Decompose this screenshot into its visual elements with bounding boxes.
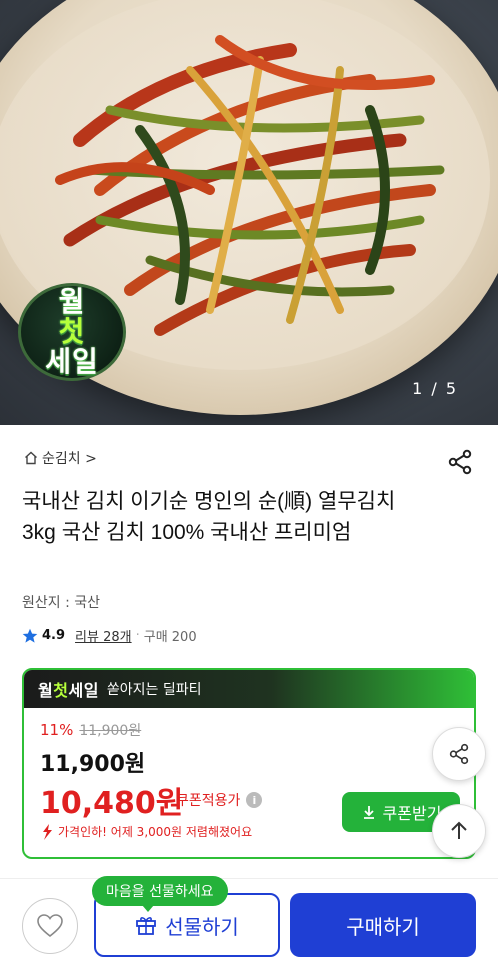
share-icon[interactable]: [446, 448, 474, 476]
breadcrumb-label: 순김치 >: [42, 451, 97, 467]
home-icon: [25, 451, 37, 465]
star-icon: [22, 628, 38, 643]
wishlist-button[interactable]: [22, 898, 78, 954]
arrow-up-icon: [451, 821, 467, 839]
coupon-price: 10,480원: [40, 786, 184, 821]
rating-score: 4.9: [42, 628, 66, 643]
floating-share-button[interactable]: [432, 727, 486, 781]
price-drop-note: 가격인하! 어제 3,000원 저렴해졌어요: [40, 823, 252, 840]
breadcrumb[interactable]: 순김치 >: [24, 448, 97, 468]
scroll-to-top-button[interactable]: [432, 804, 486, 858]
review-link[interactable]: 리뷰 28개: [75, 626, 132, 645]
bottom-bar-divider: [0, 878, 498, 879]
product-origin: 원산지 : 국산: [22, 595, 101, 611]
share-icon: [449, 743, 469, 765]
discount-percent: 11%: [40, 721, 74, 739]
discount-row: 11% 11,900원: [40, 720, 141, 740]
monthly-first-sale-badge: 월첫 세일: [18, 283, 126, 381]
gallery-page-indicator: 1 / 5: [412, 379, 458, 398]
original-price: 11,900원: [79, 723, 142, 739]
separator: ·: [135, 628, 140, 643]
rating-row: 4.9 리뷰 28개 · 구매 200: [22, 626, 197, 645]
deal-logo: 월첫세일: [38, 681, 99, 700]
gift-tooltip: 마음을 선물하세요: [92, 876, 228, 912]
deal-subtitle: 쏟아지는 딜파티: [106, 682, 202, 698]
heart-icon: [37, 914, 63, 938]
product-image-gallery[interactable]: 월첫 세일 1 / 5: [0, 0, 498, 425]
gift-icon: [136, 917, 157, 935]
download-icon: [363, 806, 374, 819]
info-icon[interactable]: i: [246, 792, 263, 808]
price-down-arrow-icon: [43, 823, 52, 840]
coupon-price-label: 쿠폰적용가 i: [176, 790, 263, 810]
deal-header: 월첫세일 쏟아지는 딜파티: [24, 670, 474, 708]
deal-box: 월첫세일 쏟아지는 딜파티 11% 11,900원 11,900원 10,480…: [22, 668, 476, 859]
purchase-count: 구매 200: [143, 630, 197, 645]
buy-button[interactable]: 구매하기: [290, 893, 476, 957]
sale-price: 11,900원: [40, 752, 146, 777]
product-title: 국내산 김치 이기순 명인의 순(順) 열무김치 3kg 국산 김치 100% …: [22, 490, 396, 544]
